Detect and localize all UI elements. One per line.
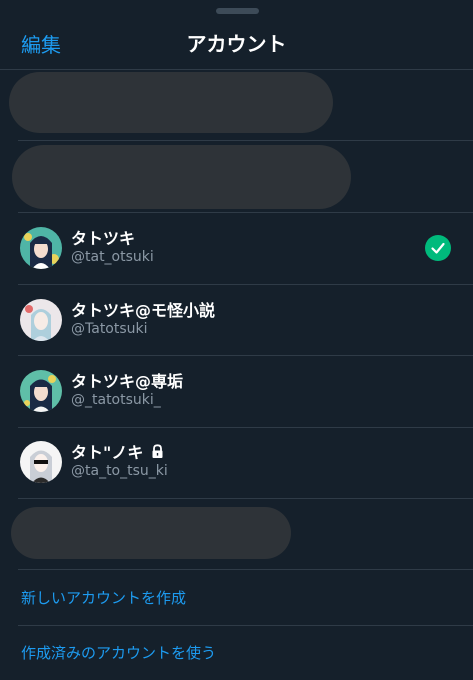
divider	[0, 69, 473, 70]
account-name-text: タトツキ@モ怪小説	[71, 301, 216, 320]
avatar	[20, 227, 62, 269]
avatar	[20, 299, 62, 341]
account-name: タトツキ@モ怪小説	[71, 297, 215, 321]
account-name: タトツキ	[71, 225, 135, 249]
avatar	[20, 370, 62, 412]
account-name-text: タトツキ	[71, 229, 136, 248]
account-row[interactable]: タトツキ@モ怪小説 @Tatotsuki	[0, 285, 473, 356]
divider	[18, 498, 473, 499]
divider	[18, 140, 473, 141]
account-name-text: タト"ノキ	[71, 443, 144, 462]
account-row[interactable]: タト"ノキ @ta_to_tsu_ki	[0, 427, 473, 498]
account-name-text: タトツキ@専垢	[71, 372, 184, 391]
use-existing-account-link[interactable]: 作成済みのアカウントを使う	[21, 642, 216, 663]
avatar	[20, 441, 62, 483]
lock-icon	[152, 443, 163, 458]
divider	[18, 625, 473, 626]
account-row[interactable]: タトツキ@専垢 @_tatotsuki_	[0, 356, 473, 427]
page-title: アカウント	[186, 32, 287, 56]
account-name: タト"ノキ	[71, 439, 165, 463]
redacted-account-row[interactable]	[9, 72, 333, 133]
account-row[interactable]: タトツキ @tat_otsuki	[0, 213, 473, 284]
redacted-account-row[interactable]	[12, 145, 351, 209]
checkmark-icon	[425, 235, 451, 261]
account-handle: @ta_to_tsu_ki	[71, 463, 168, 479]
account-handle: @Tatotsuki	[71, 321, 148, 337]
redacted-account-row[interactable]	[11, 507, 291, 559]
sheet-header: 編集 アカウント	[0, 14, 473, 68]
divider	[18, 569, 473, 570]
create-account-link[interactable]: 新しいアカウントを作成	[21, 587, 186, 608]
account-handle: @tat_otsuki	[71, 249, 154, 265]
account-handle: @_tatotsuki_	[71, 392, 161, 408]
account-name: タトツキ@専垢	[71, 368, 183, 392]
